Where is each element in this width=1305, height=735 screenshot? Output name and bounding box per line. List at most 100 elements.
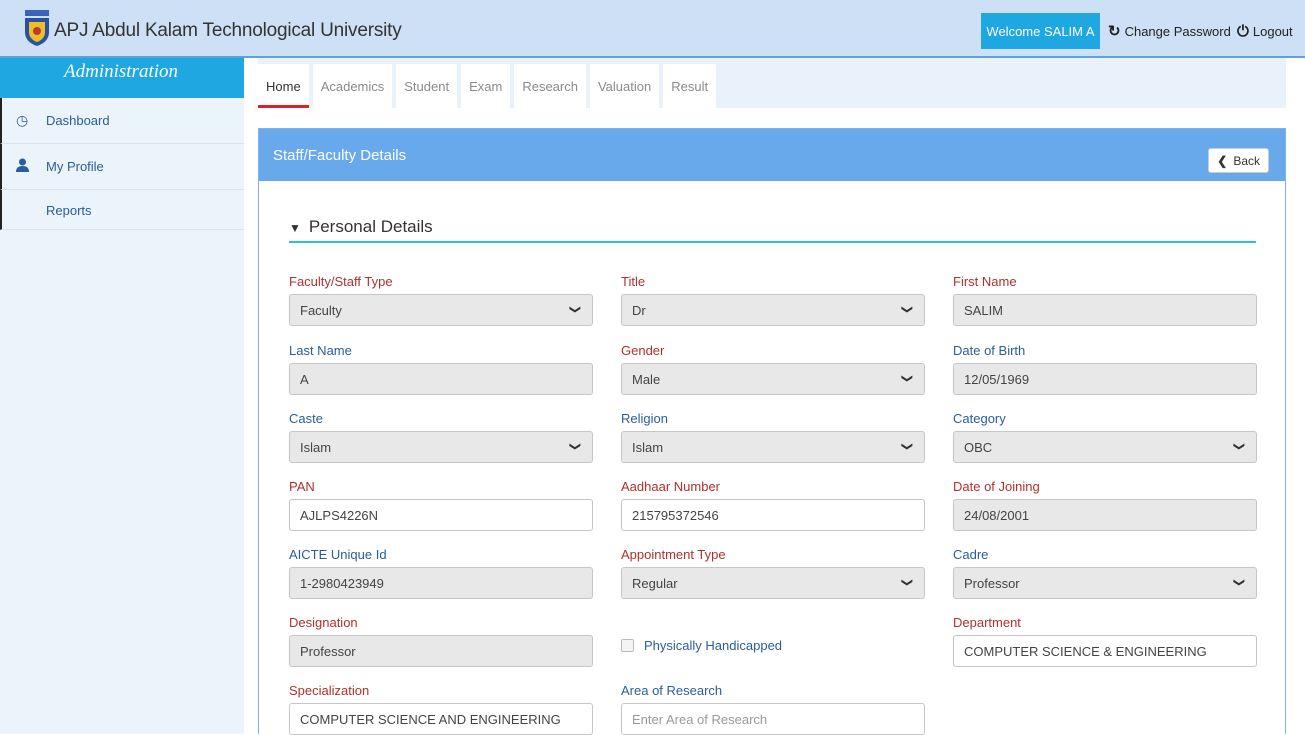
select-value: Professor (964, 575, 1020, 591)
refresh-icon: ↻ (1108, 23, 1121, 40)
sidebar-item-dashboard[interactable]: ◷ Dashboard (0, 98, 244, 144)
tab-student[interactable]: Student (396, 64, 458, 108)
pan-field: PAN AJLPS4226N (289, 479, 593, 531)
tab-home[interactable]: Home (258, 64, 309, 108)
cadre-field: Cadre Professor ❯ (953, 547, 1257, 599)
title-select[interactable]: Dr ❯ (621, 294, 925, 326)
last-name-input[interactable]: A (289, 363, 593, 395)
appointment-field: Appointment Type Regular ❯ (621, 547, 925, 599)
chevron-down-icon: ❯ (900, 304, 913, 315)
tab-academics[interactable]: Academics (312, 64, 393, 108)
field-label: Department (953, 615, 1021, 630)
tab-research[interactable]: Research (514, 64, 586, 108)
dashboard-icon: ◷ (16, 112, 29, 128)
aicte-input[interactable]: 1-2980423949 (289, 567, 593, 599)
select-value: Faculty (300, 302, 342, 318)
chevron-down-icon: ❯ (900, 441, 913, 452)
appointment-select[interactable]: Regular ❯ (621, 567, 925, 599)
tab-bar: Home Academics Student Exam Research Val… (258, 58, 1286, 108)
doj-field: Date of Joining 24/08/2001 (953, 479, 1257, 531)
religion-field: Religion Islam ❯ (621, 411, 925, 463)
tab-exam[interactable]: Exam (461, 64, 511, 108)
pan-input[interactable]: AJLPS4226N (289, 499, 593, 531)
chevron-down-icon: ❯ (1232, 441, 1245, 452)
logout-label: Logout (1252, 23, 1293, 39)
sidebar-item-reports[interactable]: Reports (0, 190, 244, 230)
title-field: Title Dr ❯ (621, 274, 925, 326)
category-field: Category OBC ❯ (953, 411, 1257, 463)
select-value: Male (632, 371, 661, 387)
cadre-select[interactable]: Professor ❯ (953, 567, 1257, 599)
specialization-field: Specialization COMPUTER SCIENCE AND ENGI… (289, 683, 593, 735)
field-label: Cadre (953, 547, 989, 562)
panel-title: Staff/Faculty Details (259, 129, 1285, 181)
power-icon: ⏻ (1237, 22, 1249, 40)
select-value: Dr (632, 302, 646, 318)
select-value: Islam (300, 439, 332, 455)
sidebar-item-my-profile[interactable]: My Profile (0, 144, 244, 190)
sidebar-title: Administration (0, 58, 244, 98)
chevron-down-icon: ❯ (568, 441, 581, 452)
field-label: Area of Research (621, 683, 723, 698)
logout-link[interactable]: ⏻ Logout (1237, 13, 1293, 49)
designation-input[interactable]: Professor (289, 635, 593, 667)
field-label: Specialization (289, 683, 370, 698)
category-select[interactable]: OBC ❯ (953, 431, 1257, 463)
research-field: Area of Research Enter Area of Research (621, 683, 925, 735)
designation-field: Designation Professor (289, 615, 593, 667)
change-password-label: Change Password (1124, 23, 1231, 39)
dob-input[interactable]: 12/05/1969 (953, 363, 1257, 395)
faculty-type-select[interactable]: Faculty ❯ (289, 294, 593, 326)
first-name-input[interactable]: SALIM (953, 294, 1257, 326)
aicte-field: AICTE Unique Id 1-2980423949 (289, 547, 593, 599)
research-input[interactable]: Enter Area of Research (621, 703, 925, 735)
specialization-input[interactable]: COMPUTER SCIENCE AND ENGINEERING (289, 703, 593, 735)
user-icon (16, 158, 46, 175)
field-label: AICTE Unique Id (289, 547, 387, 562)
department-field: Department COMPUTER SCIENCE & ENGINEERIN… (953, 615, 1257, 667)
input-placeholder: Enter Area of Research (632, 711, 768, 727)
department-input[interactable]: COMPUTER SCIENCE & ENGINEERING (953, 635, 1257, 667)
change-password-link[interactable]: ↻ Change Password (1108, 13, 1231, 49)
field-label: Category (953, 411, 1006, 426)
back-label: Back (1233, 153, 1260, 168)
input-value: A (300, 371, 309, 387)
input-value: 24/08/2001 (964, 507, 1030, 523)
input-value: SALIM (964, 302, 1004, 318)
sidebar: Administration ◷ Dashboard My Profile Re… (0, 58, 244, 734)
religion-select[interactable]: Islam ❯ (621, 431, 925, 463)
field-label: Religion (621, 411, 668, 426)
input-value: 215795372546 (632, 507, 719, 523)
welcome-badge[interactable]: Welcome SALIM A (981, 13, 1100, 49)
input-value: Professor (300, 643, 356, 659)
handicapped-checkbox[interactable] (621, 639, 634, 652)
caste-select[interactable]: Islam ❯ (289, 431, 593, 463)
chevron-down-icon: ▼ (289, 221, 301, 235)
tab-valuation[interactable]: Valuation (589, 64, 660, 108)
tab-result[interactable]: Result (663, 64, 717, 108)
gender-select[interactable]: Male ❯ (621, 363, 925, 395)
doj-input[interactable]: 24/08/2001 (953, 499, 1257, 531)
top-bar: APJ Abdul Kalam Technological University… (0, 0, 1305, 58)
aadhaar-field: Aadhaar Number 215795372546 (621, 479, 925, 531)
university-logo (25, 10, 49, 46)
field-label: PAN (289, 479, 315, 494)
last-name-field: Last Name A (289, 343, 593, 395)
input-value: 12/05/1969 (964, 371, 1030, 387)
handicapped-checkbox-row[interactable]: Physically Handicapped (621, 638, 782, 653)
personal-details-header[interactable]: ▼ Personal Details (289, 217, 1256, 243)
chevron-down-icon: ❯ (900, 577, 913, 588)
dob-field: Date of Birth 12/05/1969 (953, 343, 1257, 395)
faculty-type-field: Faculty/Staff Type Faculty ❯ (289, 274, 593, 326)
sidebar-item-label: Reports (46, 203, 92, 218)
aadhaar-input[interactable]: 215795372546 (621, 499, 925, 531)
field-label: Date of Joining (953, 479, 1040, 494)
back-button[interactable]: ❮ Back (1208, 148, 1269, 173)
input-value: COMPUTER SCIENCE AND ENGINEERING (300, 711, 561, 727)
field-label: Appointment Type (621, 547, 726, 562)
input-value: COMPUTER SCIENCE & ENGINEERING (964, 643, 1207, 659)
field-label: First Name (953, 274, 1017, 289)
staff-details-panel: Staff/Faculty Details ❮ Back ▼ Personal … (258, 128, 1286, 735)
field-label: Last Name (289, 343, 352, 358)
input-value: 1-2980423949 (300, 575, 384, 591)
